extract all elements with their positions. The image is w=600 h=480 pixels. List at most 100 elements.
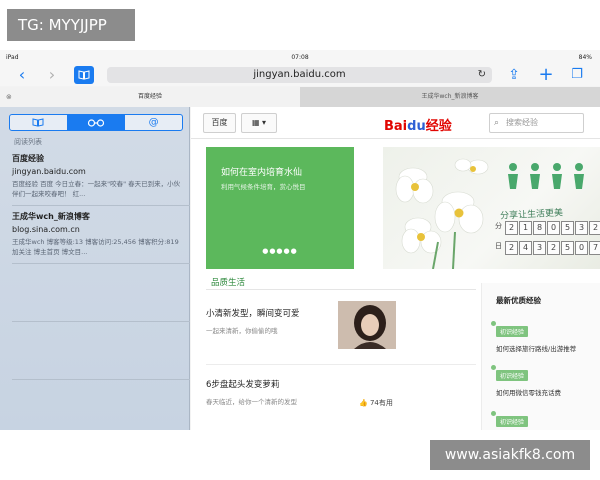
item-tag: 初识经验 bbox=[496, 416, 529, 427]
counter-digit: 0 bbox=[575, 241, 588, 255]
segment-shared-links[interactable]: @ bbox=[124, 115, 182, 130]
carousel-dots[interactable]: ●●●●● bbox=[206, 247, 354, 255]
counter-digit: 5 bbox=[561, 241, 574, 255]
counter-digit: 2 bbox=[505, 241, 518, 255]
forward-button[interactable]: › bbox=[44, 66, 60, 84]
banner-image[interactable]: 分享让生活更美 分 2 1 8 0 5 3 2 日 2 4 3 2 5 0 7 bbox=[383, 147, 600, 269]
reading-list-title: 阅读列表 bbox=[14, 138, 42, 146]
counter-digit: 5 bbox=[561, 221, 574, 235]
counter-row: 分 2 1 8 0 5 3 2 bbox=[495, 221, 600, 235]
article-item[interactable]: 6步盘起头发变萝莉 春天临近，给你一个清新的发型 bbox=[206, 378, 476, 406]
featured-title: 如何在室内培育水仙 bbox=[221, 168, 303, 178]
article-thumbnail[interactable] bbox=[338, 301, 396, 349]
site-header: 百度 ▦ ▾ Baidu经验 ⌕ 搜索经验 bbox=[191, 107, 600, 139]
featured-card[interactable]: 如何在室内培育水仙 利用气候条件培育，赏心悦目 ●●●●● bbox=[206, 147, 354, 269]
ipad-screen: iPad 07:08 84% ‹ › jingyan.baidu.com ↻ ⇪… bbox=[0, 50, 600, 430]
counter-label: 分 bbox=[495, 222, 502, 230]
book-icon bbox=[78, 70, 90, 80]
counter-digit: 7 bbox=[589, 241, 600, 255]
latest-item[interactable]: 初识经验 如何选择旅行路线/出游推荐 bbox=[491, 319, 600, 353]
baidu-home-button[interactable]: 百度 bbox=[203, 113, 236, 133]
search-placeholder: 搜索经验 bbox=[506, 118, 538, 127]
watermark: www.asiakfk8.com bbox=[430, 440, 590, 470]
counter-digit: 1 bbox=[519, 221, 532, 235]
divider bbox=[12, 263, 190, 264]
item-tag: 初识经验 bbox=[496, 326, 529, 337]
divider bbox=[12, 379, 190, 380]
latest-experiences-panel: 最新优质经验 初识经验 如何选择旅行路线/出游推荐 初识经验 如何用微信零钱充话… bbox=[481, 283, 600, 430]
address-bar[interactable]: jingyan.baidu.com ↻ bbox=[107, 67, 492, 83]
reading-item-desc: 王成华wch 博客等级:13 博客访问:25,456 博客积分:819 加关注 … bbox=[12, 238, 179, 256]
reading-item-title: 王成华wch_新浪博客 bbox=[12, 212, 90, 221]
tg-badge: TG: MYYJJPP bbox=[7, 9, 135, 41]
counter-digit: 8 bbox=[533, 221, 546, 235]
segment-bookmarks[interactable] bbox=[10, 115, 67, 130]
reading-list-item[interactable]: 王成华wch_新浪博客 blog.sina.com.cn 王成华wch 博客等级… bbox=[12, 211, 182, 257]
logo-bai: Bai bbox=[384, 119, 408, 134]
tab-label: 王成华wch_新浪博客 bbox=[421, 93, 479, 100]
timeline-dot-icon bbox=[491, 365, 496, 370]
reading-item-title: 百度经验 bbox=[12, 154, 44, 163]
counter-digit: 3 bbox=[575, 221, 588, 235]
battery-level: 84% bbox=[578, 54, 592, 61]
timeline-dot-icon bbox=[491, 411, 496, 416]
reading-item-url: blog.sina.com.cn bbox=[12, 225, 80, 234]
item-text: 如何用微信零钱充话费 bbox=[496, 389, 561, 397]
search-icon: ⌕ bbox=[494, 118, 500, 128]
tab-sina-blog[interactable]: 王成华wch_新浪博客 bbox=[300, 87, 600, 107]
new-tab-icon[interactable]: + bbox=[538, 66, 554, 84]
latest-item[interactable]: 初识经验 如何用微信零钱充话费 bbox=[491, 363, 600, 397]
reload-icon[interactable]: ↻ bbox=[478, 67, 486, 83]
reading-item-desc: 百度经验 百度 今日立春：一起来"咬春" 春天已到来，小伙伴们一起来咬春吧！ 红… bbox=[12, 180, 181, 198]
thumbs-up-icon: 👍 bbox=[359, 399, 370, 407]
logo-du: du bbox=[407, 119, 426, 134]
featured-subtitle: 利用气候条件培育，赏心悦目 bbox=[221, 183, 306, 191]
at-icon: @ bbox=[148, 117, 159, 128]
baidu-jingyan-logo[interactable]: Baidu经验 bbox=[384, 115, 452, 134]
divider bbox=[206, 289, 476, 290]
counter-digit: 3 bbox=[533, 241, 546, 255]
counter-row: 日 2 4 3 2 5 0 7 bbox=[495, 241, 600, 255]
site-search-input[interactable]: ⌕ 搜索经验 bbox=[489, 113, 584, 133]
reading-item-url: jingyan.baidu.com bbox=[12, 167, 86, 176]
close-tab-icon[interactable]: ⊗ bbox=[6, 87, 12, 107]
tab-label: 百度经验 bbox=[137, 93, 162, 100]
timeline-dot-icon bbox=[491, 321, 496, 326]
article-title: 6步盘起头发变萝莉 bbox=[206, 380, 280, 390]
glasses-icon bbox=[87, 119, 105, 127]
bookmarks-button[interactable] bbox=[74, 66, 94, 84]
tab-strip: ⊗ 百度经验 王成华wch_新浪博客 bbox=[0, 87, 600, 107]
item-text: 如何选择旅行路线/出游推荐 bbox=[496, 345, 577, 353]
divider bbox=[206, 364, 476, 365]
tabs-overview-icon[interactable]: ❐ bbox=[568, 66, 586, 84]
segment-reading-list[interactable] bbox=[66, 115, 125, 130]
latest-item[interactable]: 初识经验 bbox=[491, 409, 600, 428]
status-bar: iPad 07:08 84% bbox=[0, 50, 600, 64]
sidebar-segmented-control: @ bbox=[9, 114, 183, 131]
useful-count-label: 74有用 bbox=[369, 399, 393, 407]
item-tag: 初识经验 bbox=[496, 370, 529, 381]
counter-digit: 4 bbox=[519, 241, 532, 255]
book-icon bbox=[32, 118, 44, 127]
article-subtitle: 春天临近，给你一个清新的发型 bbox=[206, 398, 297, 406]
reading-list-item[interactable]: 百度经验 jingyan.baidu.com 百度经验 百度 今日立春：一起来"… bbox=[12, 153, 182, 199]
counter-digit: 2 bbox=[589, 221, 600, 235]
status-time: 07:08 bbox=[291, 54, 309, 61]
back-button[interactable]: ‹ bbox=[14, 66, 30, 84]
section-title: 品质生活 bbox=[211, 278, 246, 288]
web-content: 百度 ▦ ▾ Baidu经验 ⌕ 搜索经验 如何在室内培育水仙 利用气候条件培育… bbox=[191, 107, 600, 430]
logo-suffix: 经验 bbox=[425, 119, 452, 134]
counter-label: 日 bbox=[495, 242, 502, 250]
browser-toolbar: ‹ › jingyan.baidu.com ↻ ⇪ + ❐ bbox=[0, 64, 600, 86]
counter-digit: 2 bbox=[547, 241, 560, 255]
category-menu-button[interactable]: ▦ ▾ bbox=[241, 113, 277, 133]
tab-baidu-jingyan[interactable]: ⊗ 百度经验 bbox=[0, 87, 300, 107]
divider bbox=[12, 205, 190, 206]
portrait-image bbox=[338, 301, 396, 349]
counter-digit: 0 bbox=[547, 221, 560, 235]
divider bbox=[12, 321, 190, 322]
share-icon[interactable]: ⇪ bbox=[506, 66, 522, 84]
useful-count[interactable]: 👍 74有用 bbox=[359, 398, 393, 408]
reading-list-sidebar: @ 阅读列表 百度经验 jingyan.baidu.com 百度经验 百度 今日… bbox=[0, 107, 190, 430]
address-url: jingyan.baidu.com bbox=[253, 69, 346, 80]
